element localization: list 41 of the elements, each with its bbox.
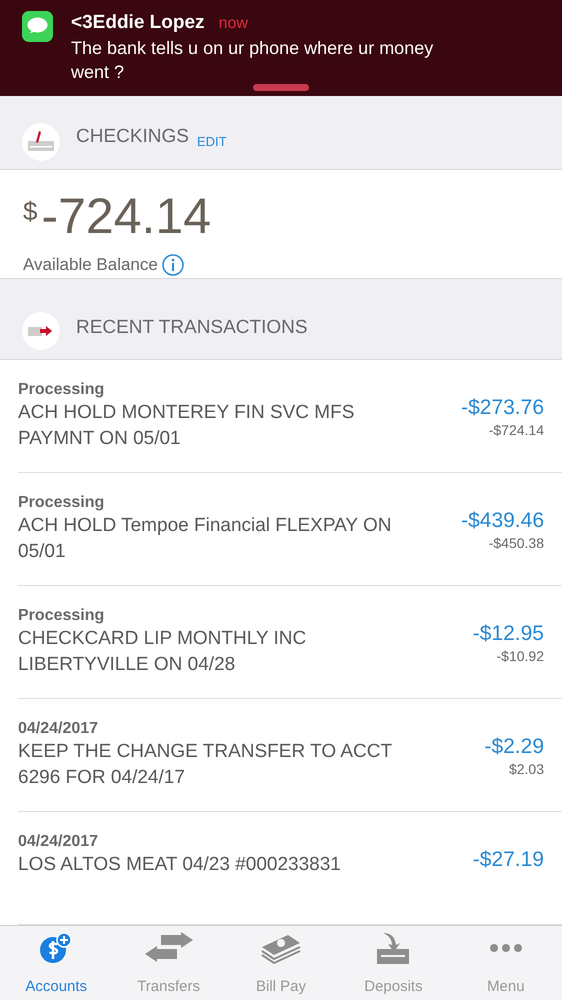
more-icon <box>488 942 523 953</box>
transaction-amount: -$273.76 <box>461 396 544 420</box>
transaction-description: ACH HOLD MONTEREY FIN SVC MFS PAYMNT ON 05/01 <box>18 401 356 451</box>
check-icon <box>22 123 60 162</box>
notification-banner[interactable]: <3Eddie Lopez now The bank tells u on ur phone where ur money went ? <box>0 0 562 96</box>
transaction-status: Processing <box>18 606 106 626</box>
transaction-description: CHECKCARD LIP MONTHLY INC LIBERTYVILLE ON 04/28 <box>18 627 308 677</box>
transaction-status: Processing <box>18 380 106 400</box>
notification-message: The bank tells u on ur phone where ur money went ? <box>71 37 434 84</box>
drag-handle[interactable] <box>253 84 309 91</box>
tab-item[interactable]: Accounts <box>0 926 112 1000</box>
transaction-row[interactable]: Processing ACH HOLD MONTEREY FIN SVC MFS PAYMNT ON 05/01 -$273.76 -$724.14 <box>18 360 562 473</box>
balance-amount: -724.14 <box>41 190 212 242</box>
transaction-status: Processing <box>18 493 106 513</box>
transaction-row[interactable]: Processing CHECKCARD LIP MONTHLY INC LIBERTYVILLE ON 04/28 -$12.95 -$10.92 <box>18 586 562 699</box>
notification-time: now <box>218 14 248 34</box>
dollar-plus-icon <box>39 932 74 964</box>
transaction-description: ACH HOLD Tempoe Financial FLEXPAY ON 05/01 <box>18 514 392 564</box>
running-balance: -$724.14 <box>488 421 544 440</box>
sender-name: <3Eddie Lopez <box>71 11 205 35</box>
transaction-amount: -$2.29 <box>484 735 544 759</box>
running-balance: -$10.92 <box>496 647 544 666</box>
running-balance: $2.03 <box>508 760 544 779</box>
currency-symbol: $ <box>23 195 38 228</box>
transaction-status: 04/24/2017 <box>18 832 100 852</box>
account-title: CHECKINGS <box>76 124 189 149</box>
transaction-row[interactable]: 04/24/2017 KEEP THE CHANGE TRANSFER TO ACCT 6296 FOR 04/24/17 -$2.29 $2.03 <box>18 699 562 812</box>
section-title: RECENT TRANSACTIONS <box>76 316 308 340</box>
message-bubble-icon <box>22 11 53 42</box>
info-icon[interactable] <box>162 254 184 276</box>
transaction-row[interactable]: Processing ACH HOLD Tempoe Financial FLEXPAY ON 05/01 -$439.46 -$450.38 <box>18 473 562 586</box>
running-balance: -$450.38 <box>488 534 544 553</box>
deposit-icon <box>375 930 412 965</box>
transaction-amount: -$12.95 <box>472 622 544 646</box>
transaction-amount: -$439.46 <box>461 509 544 533</box>
balance-label: Available Balance <box>23 254 158 276</box>
transaction-description: KEEP THE CHANGE TRANSFER TO ACCT 6296 FOR 04/24/17 <box>18 740 393 790</box>
transaction-status: 04/24/2017 <box>18 719 100 739</box>
transaction-description: LOS ALTOS MEAT 04/23 #000233831 <box>18 853 342 877</box>
transaction-amount: -$27.19 <box>472 848 544 872</box>
arrows-icon <box>144 932 193 964</box>
